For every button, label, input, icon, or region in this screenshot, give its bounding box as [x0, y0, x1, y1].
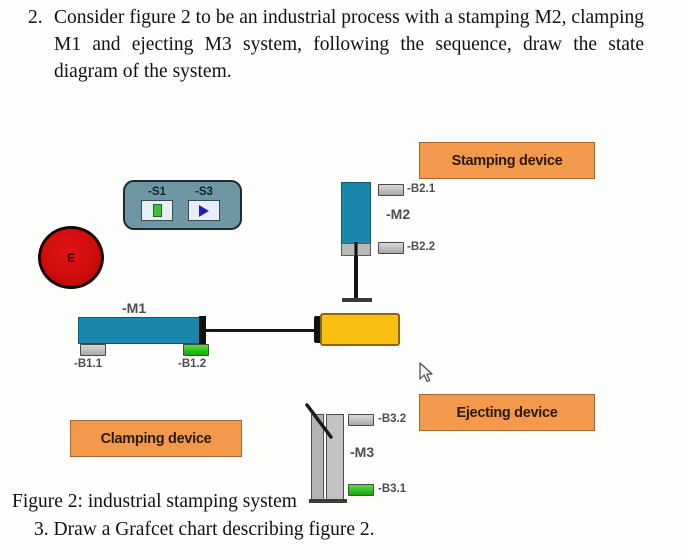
callout-stamping-device: Stamping device — [419, 142, 595, 179]
actuator-m2-base-left — [341, 243, 355, 256]
button-s1[interactable] — [141, 200, 173, 221]
callout-clamping-device: Clamping device — [70, 420, 242, 457]
document-page: 2. Consider figure 2 to be an industrial… — [0, 0, 690, 558]
figure-caption: Figure 2: industrial stamping system — [12, 491, 297, 512]
sensor-b3-2-label: -B3.2 — [378, 413, 407, 425]
workpiece — [320, 313, 400, 346]
play-triangle-icon — [199, 204, 209, 217]
button-group-s3: -S3 — [181, 186, 227, 221]
actuator-m3-arm-icon — [305, 403, 333, 439]
sensor-b2-2 — [378, 242, 404, 254]
sensor-b1-1 — [80, 344, 106, 356]
actuator-m2-body — [341, 182, 371, 244]
button-s3-label: -S3 — [195, 186, 213, 198]
sensor-b2-1 — [378, 184, 404, 196]
sensor-b1-1-label: -B1.1 — [74, 358, 103, 370]
actuator-m3-base — [309, 499, 347, 503]
actuator-m1-body — [78, 317, 200, 344]
button-s3[interactable] — [188, 200, 220, 221]
mouse-cursor-icon — [419, 362, 433, 383]
control-panel: -S1 -S3 — [123, 180, 242, 230]
sensor-b3-1 — [348, 484, 374, 496]
actuator-m1-rod — [205, 329, 317, 332]
sensor-b3-2 — [348, 414, 374, 426]
emergency-stop-label: E — [66, 250, 75, 265]
sensor-b1-2-label: -B1.2 — [178, 358, 207, 370]
actuator-m1-label: -M1 — [122, 300, 147, 316]
actuator-m2-label: -M2 — [386, 206, 411, 222]
actuator-m2-base-right — [357, 243, 371, 256]
emergency-stop-button[interactable]: E — [38, 226, 104, 289]
button-s1-label: -S1 — [148, 186, 166, 198]
sensor-b1-2 — [183, 344, 209, 356]
button-group-s1: -S1 — [134, 186, 180, 221]
actuator-m2-foot — [342, 298, 372, 302]
sensor-b2-1-label: -B2.1 — [407, 183, 436, 195]
question-2-text: Consider figure 2 to be an industrial pr… — [54, 7, 644, 82]
callout-ejecting-label: Ejecting device — [456, 404, 558, 421]
stop-bar-icon — [152, 204, 162, 217]
callout-ejecting-device: Ejecting device — [419, 394, 595, 431]
sensor-b3-1-label: -B3.1 — [378, 483, 407, 495]
question-2-block: 2. Consider figure 2 to be an industrial… — [28, 4, 644, 85]
sensor-b2-2-label: -B2.2 — [407, 241, 436, 253]
figure-2-diagram: Stamping device Ejecting device Clamping… — [0, 120, 690, 503]
actuator-m3-label: -M3 — [350, 444, 375, 460]
question-2-number: 2. — [28, 7, 43, 28]
callout-clamping-label: Clamping device — [100, 430, 212, 447]
callout-stamping-label: Stamping device — [451, 152, 563, 169]
question-3-text: 3. Draw a Grafcet chart describing figur… — [34, 519, 375, 540]
